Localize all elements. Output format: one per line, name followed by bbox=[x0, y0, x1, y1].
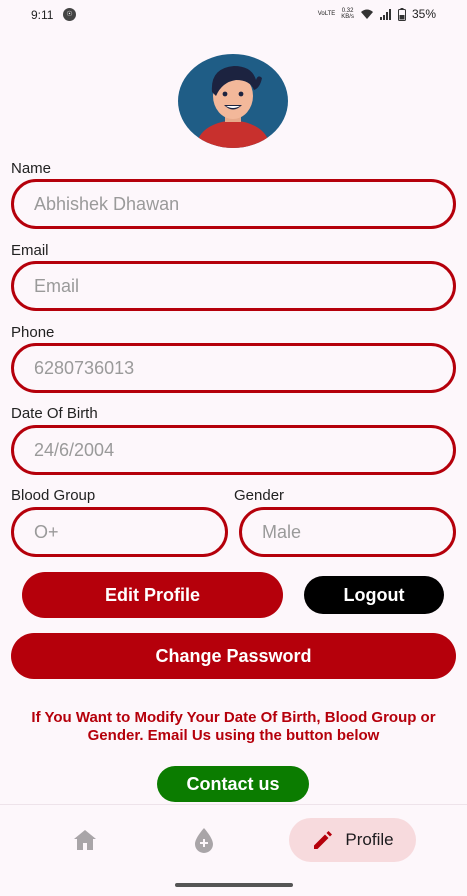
avatar-illustration bbox=[178, 54, 288, 148]
avatar[interactable] bbox=[178, 54, 288, 148]
phone-field[interactable] bbox=[11, 343, 456, 393]
modify-notice: If You Want to Modify Your Date Of Birth… bbox=[31, 709, 436, 744]
phone-label: Phone bbox=[11, 324, 55, 341]
blood-group-field[interactable] bbox=[11, 507, 228, 557]
battery-percent: 35% bbox=[411, 7, 436, 21]
nav-profile-label: Profile bbox=[345, 830, 394, 849]
change-password-button[interactable]: Change Password bbox=[11, 633, 456, 679]
home-icon bbox=[74, 830, 96, 850]
gesture-bar[interactable] bbox=[175, 883, 293, 887]
contact-us-button[interactable]: Contact us bbox=[157, 766, 309, 802]
wifi-icon bbox=[360, 9, 373, 19]
gender-field[interactable] bbox=[239, 507, 456, 557]
email-label: Email bbox=[11, 242, 49, 259]
nav-home[interactable] bbox=[60, 818, 110, 862]
network-speed: 0.32 KB/s bbox=[341, 8, 354, 20]
signal-icon bbox=[379, 8, 391, 20]
status-bar: 9:11 ☉ VoLTE 0.32 KB/s 35% bbox=[0, 0, 467, 32]
logout-button[interactable]: Logout bbox=[304, 576, 444, 614]
pencil-icon bbox=[314, 831, 333, 849]
donate-icon bbox=[195, 828, 213, 853]
dob-label: Date Of Birth bbox=[11, 405, 98, 422]
email-field[interactable] bbox=[11, 261, 456, 311]
bottom-navigation: Profile bbox=[0, 804, 467, 875]
status-time: 9:11 bbox=[31, 8, 54, 22]
gender-label: Gender bbox=[234, 487, 285, 504]
nav-donate[interactable] bbox=[179, 818, 229, 862]
nav-profile[interactable]: Profile bbox=[289, 818, 416, 862]
battery-icon bbox=[397, 7, 406, 21]
volte-icon: VoLTE bbox=[317, 11, 336, 17]
name-field[interactable] bbox=[11, 179, 456, 229]
status-indicators: VoLTE 0.32 KB/s 35% bbox=[318, 7, 436, 21]
dob-field[interactable] bbox=[11, 425, 456, 475]
edit-profile-button[interactable]: Edit Profile bbox=[22, 572, 283, 618]
blood-group-label: Blood Group bbox=[11, 487, 96, 504]
name-label: Name bbox=[11, 160, 52, 177]
notification-app-icon: ☉ bbox=[63, 8, 76, 21]
